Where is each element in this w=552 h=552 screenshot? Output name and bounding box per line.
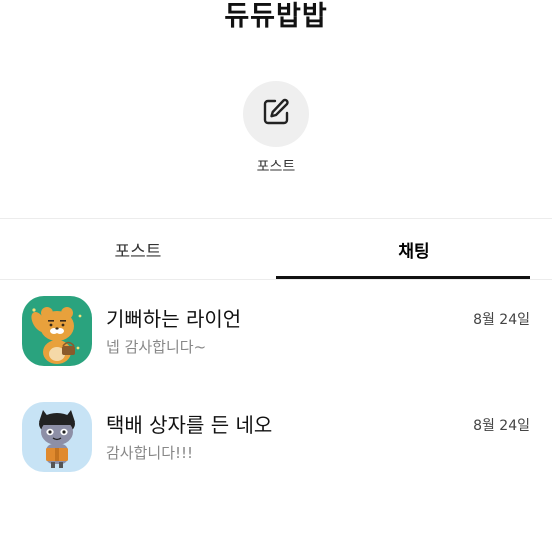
tab-chats[interactable]: 채팅 [276, 219, 552, 279]
tabs-divider [0, 279, 552, 280]
chat-list-item[interactable]: 택배 상자를 든 네오 감사합니다!!! 8월 24일 [0, 391, 552, 497]
write-post-button[interactable] [243, 81, 309, 147]
chat-name: 기뻐하는 라이언 [106, 307, 242, 331]
tab-posts-label: 포스트 [114, 241, 162, 262]
write-post-label: 포스트 [256, 159, 296, 175]
chat-date: 8월 24일 [473, 312, 530, 328]
neo-character-icon [22, 402, 92, 472]
chat-last-message: 감사합니다!!! [106, 444, 194, 462]
chat-date: 8월 24일 [473, 418, 530, 434]
chat-list: 기뻐하는 라이언 넵 감사합니다~ 8월 24일 택배 상자를 든 네오 감사합… [0, 285, 552, 497]
profile-name: 듀듀밥밥 [224, 1, 328, 32]
edit-icon [260, 96, 292, 132]
tab-bar: 포스트 채팅 [0, 219, 552, 279]
chat-list-item[interactable]: 기뻐하는 라이언 넵 감사합니다~ 8월 24일 [0, 285, 552, 391]
tab-chats-label: 채팅 [398, 241, 430, 262]
chat-last-message: 넵 감사합니다~ [106, 338, 207, 356]
ryan-character-icon [22, 296, 92, 366]
tab-posts[interactable]: 포스트 [0, 219, 276, 279]
chat-name: 택배 상자를 든 네오 [106, 413, 273, 437]
